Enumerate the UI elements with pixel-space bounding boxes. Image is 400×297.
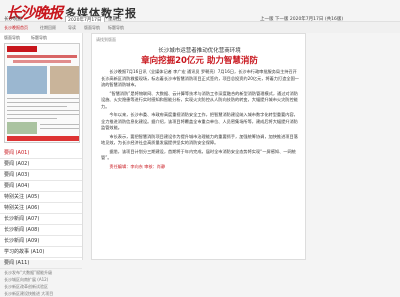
page-link[interactable]: 特别关注 (A06)	[0, 203, 82, 214]
page-link[interactable]: 长沙新闻 (A09)	[0, 236, 82, 247]
article-paragraph: 长沙晚报7月16日讯（全媒体记者 李广宏 通讯员 罗朝亮）7月16日，长沙市行政…	[101, 69, 299, 87]
article-editor-note: 责任编辑：李向东 审核：肖静	[109, 163, 166, 169]
thumbnail-text-line	[7, 106, 67, 107]
page-link[interactable]: 长沙新闻 (A08)	[0, 225, 82, 236]
article-paragraph: “智慧消防”是将物联网、大数据、云计算等技术与消防工作深度融合的新型消防管理模式…	[101, 90, 298, 109]
toolbar-title-nav-link[interactable]: 标题导航	[108, 25, 124, 31]
page-thumbnail[interactable]	[4, 43, 80, 143]
thumbnail-text-line	[7, 98, 79, 99]
thumbnail-text-line	[7, 110, 79, 111]
article-link[interactable]: 长沙城区向南扩展 (A12)	[0, 276, 82, 283]
page-link[interactable]: 要闻 (A03)	[0, 170, 82, 181]
toolbar-archive-link[interactable]: 往期回顾	[40, 25, 56, 31]
thumbnail-subheadline	[13, 60, 71, 63]
article-headline: 章向挖掘20亿元 助力智慧消防	[141, 56, 258, 66]
left-tabs: 版面导航 标题导航	[1, 33, 82, 41]
thumbnail-text-line	[7, 102, 79, 103]
right-blank-area	[310, 33, 400, 260]
article-link[interactable]: 长沙新区建设快推进 大项目	[0, 290, 82, 297]
thumbnail-text-line	[40, 124, 79, 125]
page-link[interactable]: 长沙新闻 (A07)	[0, 214, 82, 225]
article-paragraph: 据悉，该项目计划分三期建设，首期将于年内完成，届时全市消防安全态势将实现“一屏感…	[101, 148, 296, 161]
article-link[interactable]: 长沙发布“大数据”赋能升级	[0, 269, 82, 276]
thumbnail-ad-banner	[7, 136, 79, 141]
thumbnail-photo	[7, 66, 47, 94]
article-kicker: 长沙城市运营者推动优化营商环境	[158, 48, 241, 54]
thumbnail-text-line	[7, 114, 79, 115]
toolbar-page-nav-link[interactable]: 版面导航	[84, 25, 100, 31]
article-paragraph: 今年以来，长沙市委、市政府高度重视消防安全工作，把智慧消防建设纳入城市数字化转型…	[101, 112, 298, 130]
article-body: 长沙晚报7月16日讯（全媒体记者 李广宏 通讯员 罗朝亮）7月16日，长沙市行政…	[101, 69, 299, 172]
thumbnail-text-line	[7, 118, 57, 119]
thumbnail-photo	[7, 122, 37, 134]
tab-page-nav[interactable]: 版面导航	[4, 35, 20, 41]
page-link[interactable]: 要闻 (A01)	[0, 148, 82, 159]
article-hint: 请找到版面	[96, 37, 116, 42]
page-list: 要闻 (A01) 要闻 (A02) 要闻 (A03) 要闻 (A04) 特别关注…	[0, 148, 82, 297]
tab-title-nav[interactable]: 标题导航	[31, 35, 47, 41]
page-link[interactable]: 要闻 (A04)	[0, 181, 82, 192]
thumbnail-logo	[7, 46, 37, 52]
page-link[interactable]: 特别关注 (A05)	[0, 192, 82, 203]
left-column: 版面导航 标题导航 要闻 (A01) 要闻 (A02) 要闻 (A03) 要闻 …	[0, 33, 83, 296]
page-link[interactable]: 要闻 (A02)	[0, 159, 82, 170]
article-paragraph: 市长表示，要把智慧消防项目建设作为提升城市治理能力的重要抓手，加强统筹协调，加快…	[101, 133, 298, 146]
thumbnail-headline	[7, 55, 77, 58]
thumbnail-text-line	[40, 128, 79, 129]
top-toolbar: 长沙晚报首页 往期回顾 导读 版面导航 标题导航	[0, 22, 400, 33]
article-link[interactable]: 长沙新区改革创新试验区	[0, 283, 82, 290]
article-panel: 请找到版面 长沙城市运营者推动优化营商环境 章向挖掘20亿元 助力智慧消防 长沙…	[91, 33, 306, 260]
thumbnail-photo	[50, 66, 79, 94]
page-link[interactable]: 学习的故事 (A10)	[0, 247, 82, 258]
toolbar-guide-link[interactable]: 导读	[68, 25, 76, 31]
toolbar-home-link[interactable]: 长沙晚报首页	[4, 25, 28, 31]
